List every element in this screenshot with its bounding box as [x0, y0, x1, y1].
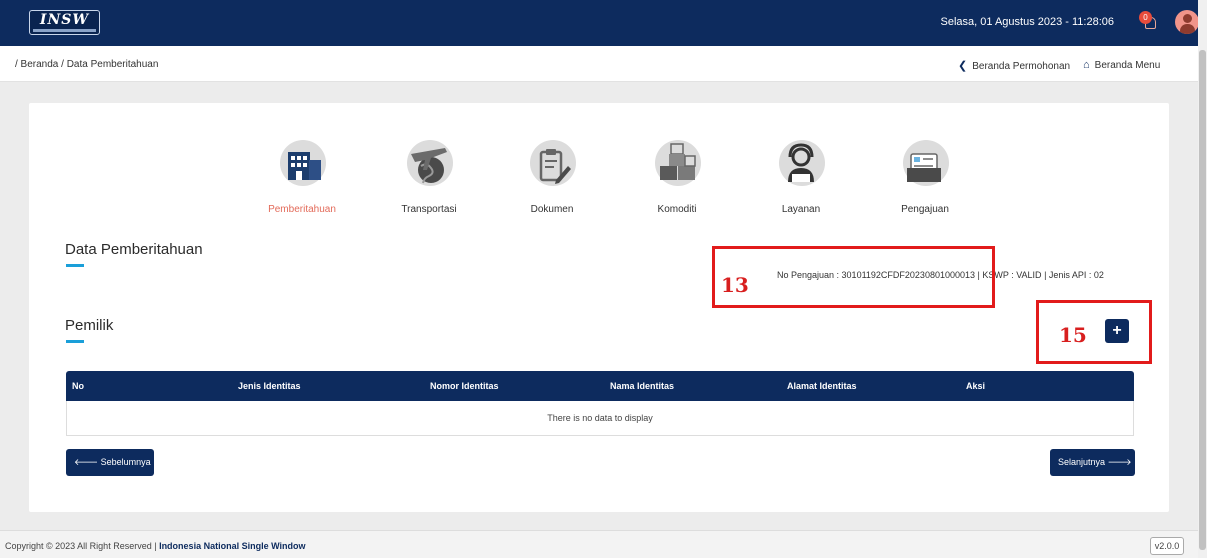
- annotation-box-15: 15: [1036, 300, 1152, 364]
- user-avatar[interactable]: [1175, 10, 1199, 34]
- step-label: Transportasi: [401, 204, 457, 215]
- chevron-left-icon: ❮: [958, 60, 968, 72]
- annotation-label-15: 15: [1059, 323, 1087, 347]
- table-header: No Jenis Identitas Nomor Identitas Nama …: [66, 371, 1134, 401]
- building-icon: [274, 140, 330, 196]
- notification-bell-icon[interactable]: 0: [1136, 11, 1158, 33]
- step-komoditi[interactable]: Komoditi: [637, 140, 717, 215]
- airplane-globe-icon: [401, 140, 457, 196]
- step-label: Pengajuan: [901, 204, 949, 215]
- column-header[interactable]: Jenis Identitas: [238, 381, 301, 391]
- beranda-menu-link[interactable]: ⌂ Beranda Menu: [1083, 59, 1160, 71]
- notification-badge: 0: [1139, 11, 1152, 24]
- step-label: Dokumen: [530, 204, 574, 215]
- page-footer: Copyright © 2023 All Right Reserved | In…: [0, 530, 1198, 558]
- logo-text: INSW: [39, 12, 90, 28]
- table-empty-message: There is no data to display: [66, 401, 1134, 436]
- step-layanan[interactable]: Layanan: [761, 140, 841, 215]
- add-pemilik-button[interactable]: +: [1105, 319, 1129, 343]
- arrow-right-icon: 🡒: [1105, 457, 1132, 467]
- annotation-label-13: 13: [721, 273, 749, 297]
- data-pemberitahuan-title: Data Pemberitahuan: [65, 241, 203, 258]
- breadcrumb[interactable]: / Beranda / Data Pemberitahuan: [15, 59, 158, 70]
- arrow-left-icon: 🡐: [74, 457, 101, 467]
- selanjutnya-button[interactable]: Selanjutnya 🡒: [1050, 449, 1135, 476]
- page-scrollbar[interactable]: [1198, 0, 1207, 558]
- pemilik-table: No Jenis Identitas Nomor Identitas Nama …: [66, 371, 1134, 436]
- insw-logo[interactable]: INSW: [29, 10, 100, 35]
- column-header[interactable]: Nomor Identitas: [430, 381, 499, 391]
- insw-footer-link[interactable]: Indonesia National Single Window: [159, 541, 305, 551]
- pemilik-title: Pemilik: [65, 317, 114, 334]
- title-underline: [66, 340, 84, 343]
- column-header[interactable]: No: [72, 381, 84, 391]
- column-header[interactable]: Nama Identitas: [610, 381, 674, 391]
- annotation-box-13: 13: [712, 246, 995, 308]
- scrollbar-thumb[interactable]: [1199, 50, 1206, 550]
- datetime-display: Selasa, 01 Agustus 2023 - 11:28:06: [940, 16, 1114, 28]
- column-header[interactable]: Alamat Identitas: [787, 381, 857, 391]
- sebelumnya-button[interactable]: 🡐 Sebelumnya: [66, 449, 154, 476]
- document-icon: [524, 140, 580, 196]
- step-dokumen[interactable]: Dokumen: [512, 140, 592, 215]
- top-navbar: INSW Selasa, 01 Agustus 2023 - 11:28:06 …: [0, 0, 1199, 46]
- jenis-api-text: Jenis API : 02: [1048, 270, 1104, 280]
- step-pemberitahuan[interactable]: Pemberitahuan: [262, 140, 342, 215]
- boxes-icon: [649, 140, 705, 196]
- title-underline: [66, 264, 84, 267]
- home-icon: ⌂: [1083, 59, 1090, 71]
- version-badge: v2.0.0: [1150, 537, 1184, 555]
- step-label: Layanan: [781, 204, 821, 215]
- support-agent-icon: [773, 140, 829, 196]
- beranda-permohonan-link[interactable]: ❮ Beranda Permohonan: [958, 59, 1070, 72]
- step-label: Komoditi: [657, 204, 697, 215]
- step-label: Pemberitahuan: [268, 204, 336, 215]
- step-transportasi[interactable]: Transportasi: [389, 140, 469, 215]
- main-card: Pemberitahuan Transportasi Dokumen Komod…: [29, 103, 1169, 512]
- breadcrumb-bar: / Beranda / Data Pemberitahuan ❮ Beranda …: [0, 46, 1198, 82]
- step-pengajuan[interactable]: Pengajuan: [885, 140, 965, 215]
- column-header[interactable]: Aksi: [966, 381, 985, 391]
- copyright-text: Copyright © 2023 All Right Reserved | In…: [5, 541, 306, 551]
- folder-icon: [897, 140, 953, 196]
